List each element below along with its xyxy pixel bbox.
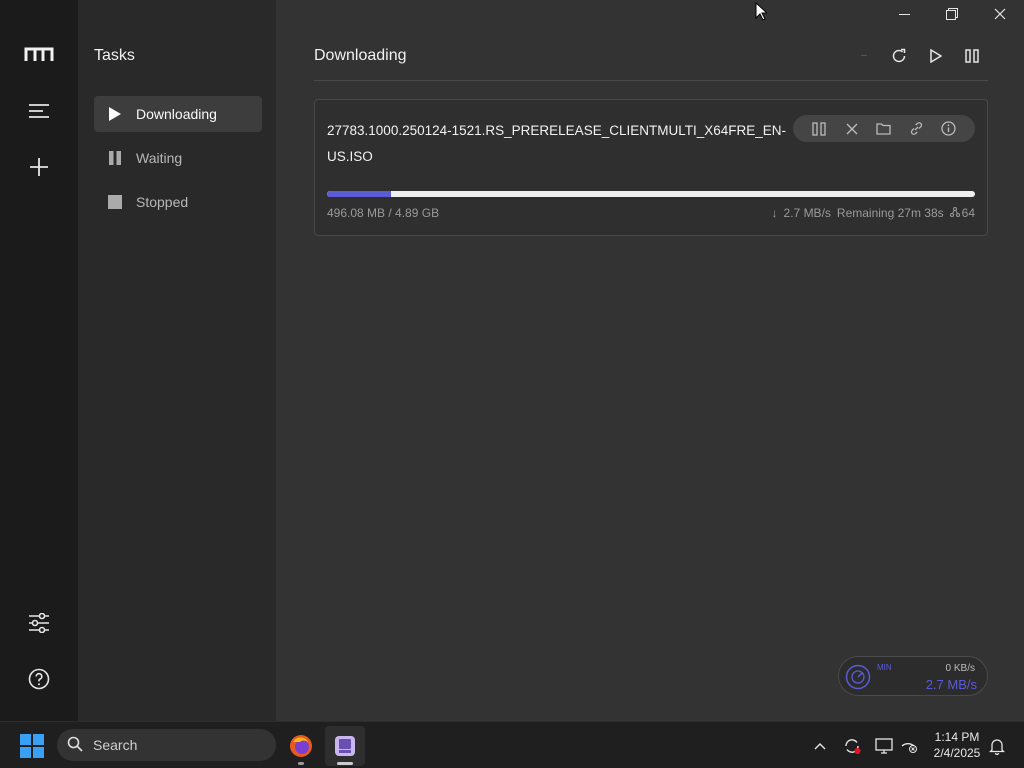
task-remaining: Remaining 27m 38s [836,206,944,220]
link-icon[interactable] [906,119,926,139]
speedometer-icon [845,664,871,690]
pause-all-icon[interactable] [960,44,984,68]
sync-icon[interactable] [840,734,864,758]
speedometer[interactable]: MIN 0 KB/s 2.7 MB/s [838,656,988,696]
task-actions [793,115,975,142]
sidebar-item-downloading[interactable]: Downloading [94,96,262,132]
delete-task-icon[interactable] [842,119,862,139]
task-item[interactable]: 27783.1000.250124-1521.RS_PRERELEASE_CLI… [314,99,988,236]
header-divider [314,80,988,81]
search-icon [67,736,83,755]
help-icon[interactable] [23,663,55,695]
sidebar-title: Tasks [94,47,135,64]
sidebar-item-label: Downloading [136,106,217,122]
upload-speed: 0 KB/s [945,663,975,674]
maximize-icon[interactable] [929,0,975,28]
pause-task-icon[interactable] [809,119,829,139]
mouse-cursor-icon [755,2,767,21]
motrix-taskbar-icon[interactable] [325,726,365,766]
add-task-icon[interactable] [23,151,55,183]
task-sidebar: Tasks Downloading Waiting Stopped [78,0,276,721]
refresh-icon[interactable] [887,44,911,68]
clock-date: 2/4/2025 [933,746,981,760]
motrix-window: Tasks Downloading Waiting Stopped Downlo… [0,0,1024,721]
folder-icon[interactable] [874,119,894,139]
speed-mini-label: MIN [877,663,892,672]
progress-bar [327,191,975,197]
stop-icon [94,195,136,209]
sidebar-item-label: Waiting [136,150,183,166]
resume-all-icon[interactable] [924,44,948,68]
progress-fill [327,191,392,197]
sidebar-item-label: Stopped [136,194,189,210]
display-icon[interactable] [872,734,896,758]
app-rail [0,0,78,721]
network-disconnected-icon[interactable] [897,734,921,758]
chevron-up-icon[interactable] [808,734,832,758]
task-stats: ↓ 2.7 MB/s Remaining 27m 38s 64 [772,206,975,220]
task-filename: 27783.1000.250124-1521.RS_PRERELEASE_CLI… [327,123,786,164]
download-arrow-icon: ↓ [771,206,778,220]
task-size: 496.08 MB / 4.89 GB [327,206,440,220]
taskbar: Search 1:14 PM 2/4/2025 [0,721,1024,768]
close-icon[interactable] [977,0,1023,28]
task-speed: 2.7 MB/s [783,206,831,220]
pause-icon [94,151,136,165]
download-speed: 2.7 MB/s [925,677,977,692]
clock-time: 1:14 PM [934,730,980,744]
page-title: Downloading [314,47,407,64]
motrix-active-indicator [337,762,353,765]
system-clock[interactable]: 1:14 PM 2/4/2025 [922,729,992,761]
firefox-running-indicator [298,762,304,765]
windows-start-icon[interactable] [12,726,52,766]
play-icon [94,106,136,122]
sidebar-item-waiting[interactable]: Waiting [94,140,262,176]
app-logo-icon [23,39,55,71]
search-placeholder: Search [93,737,138,753]
task-connections: 64 [961,206,975,220]
preferences-icon[interactable] [23,607,55,639]
info-icon[interactable] [939,119,959,139]
notification-bell-icon[interactable] [985,734,1009,758]
taskbar-search[interactable]: Search [57,729,276,761]
connections-icon [949,206,960,220]
main-panel: Downloading 27783.1000.250124-1521.RS_PR… [276,0,1024,721]
clear-icon[interactable] [852,44,876,68]
task-list-icon[interactable] [23,95,55,127]
firefox-icon[interactable] [281,726,321,766]
sidebar-item-stopped[interactable]: Stopped [94,184,262,220]
minimize-icon[interactable] [881,0,927,28]
